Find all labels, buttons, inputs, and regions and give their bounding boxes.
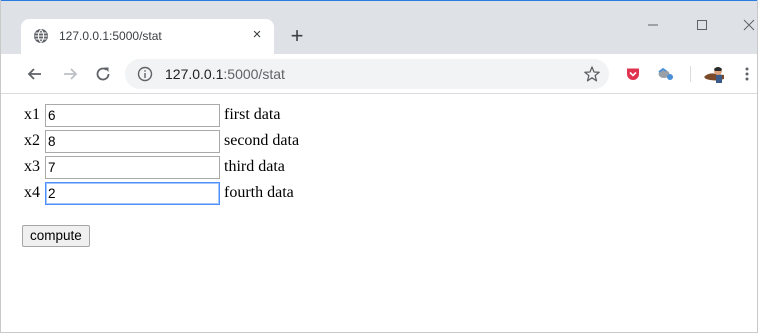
url-text: 127.0.0.1:5000/stat xyxy=(165,66,285,82)
globe-icon xyxy=(34,29,48,43)
field-label: x3 xyxy=(24,158,40,175)
field-description: second data xyxy=(224,132,300,149)
page-content: x1 first data x2 second data x3 third da… xyxy=(1,95,757,332)
url-path: :5000/stat xyxy=(223,66,285,82)
browser-toolbar: 127.0.0.1:5000/stat xyxy=(1,54,757,94)
x4-input[interactable] xyxy=(45,182,220,205)
pocket-extension-icon[interactable] xyxy=(625,66,641,82)
window-close-icon[interactable] xyxy=(739,16,758,34)
field-label: x1 xyxy=(24,106,40,123)
address-bar[interactable]: 127.0.0.1:5000/stat xyxy=(125,59,609,89)
maximize-icon[interactable] xyxy=(692,16,712,34)
browser-tab[interactable]: 127.0.0.1:5000/stat × xyxy=(21,19,274,55)
x3-input[interactable] xyxy=(45,156,220,179)
info-icon[interactable] xyxy=(137,66,153,82)
back-arrow-icon[interactable] xyxy=(25,64,45,84)
tab-title: 127.0.0.1:5000/stat xyxy=(59,29,162,43)
kebab-menu-icon[interactable] xyxy=(744,66,750,82)
toolbar-separator xyxy=(690,66,691,82)
x1-input[interactable] xyxy=(45,104,220,127)
field-description: fourth data xyxy=(224,184,294,201)
new-tab-button[interactable]: + xyxy=(287,25,307,47)
field-label: x2 xyxy=(24,132,40,149)
tab-close-icon[interactable]: × xyxy=(249,27,265,43)
extension-icon[interactable] xyxy=(657,66,675,82)
x2-input[interactable] xyxy=(45,130,220,153)
forward-arrow-icon[interactable] xyxy=(60,64,80,84)
field-label: x4 xyxy=(24,184,40,201)
bookmark-star-icon[interactable] xyxy=(583,65,601,83)
tab-strip: 127.0.0.1:5000/stat × + xyxy=(1,0,758,55)
reload-icon[interactable] xyxy=(93,64,113,84)
browser-window: 127.0.0.1:5000/stat × + 127.0.0.1:5000/s… xyxy=(0,0,758,333)
minimize-icon[interactable] xyxy=(643,16,663,34)
field-description: third data xyxy=(224,158,285,175)
compute-button[interactable]: compute xyxy=(22,225,90,247)
field-description: first data xyxy=(224,106,281,123)
profile-avatar-icon[interactable] xyxy=(703,64,725,84)
url-host: 127.0.0.1 xyxy=(165,66,224,82)
